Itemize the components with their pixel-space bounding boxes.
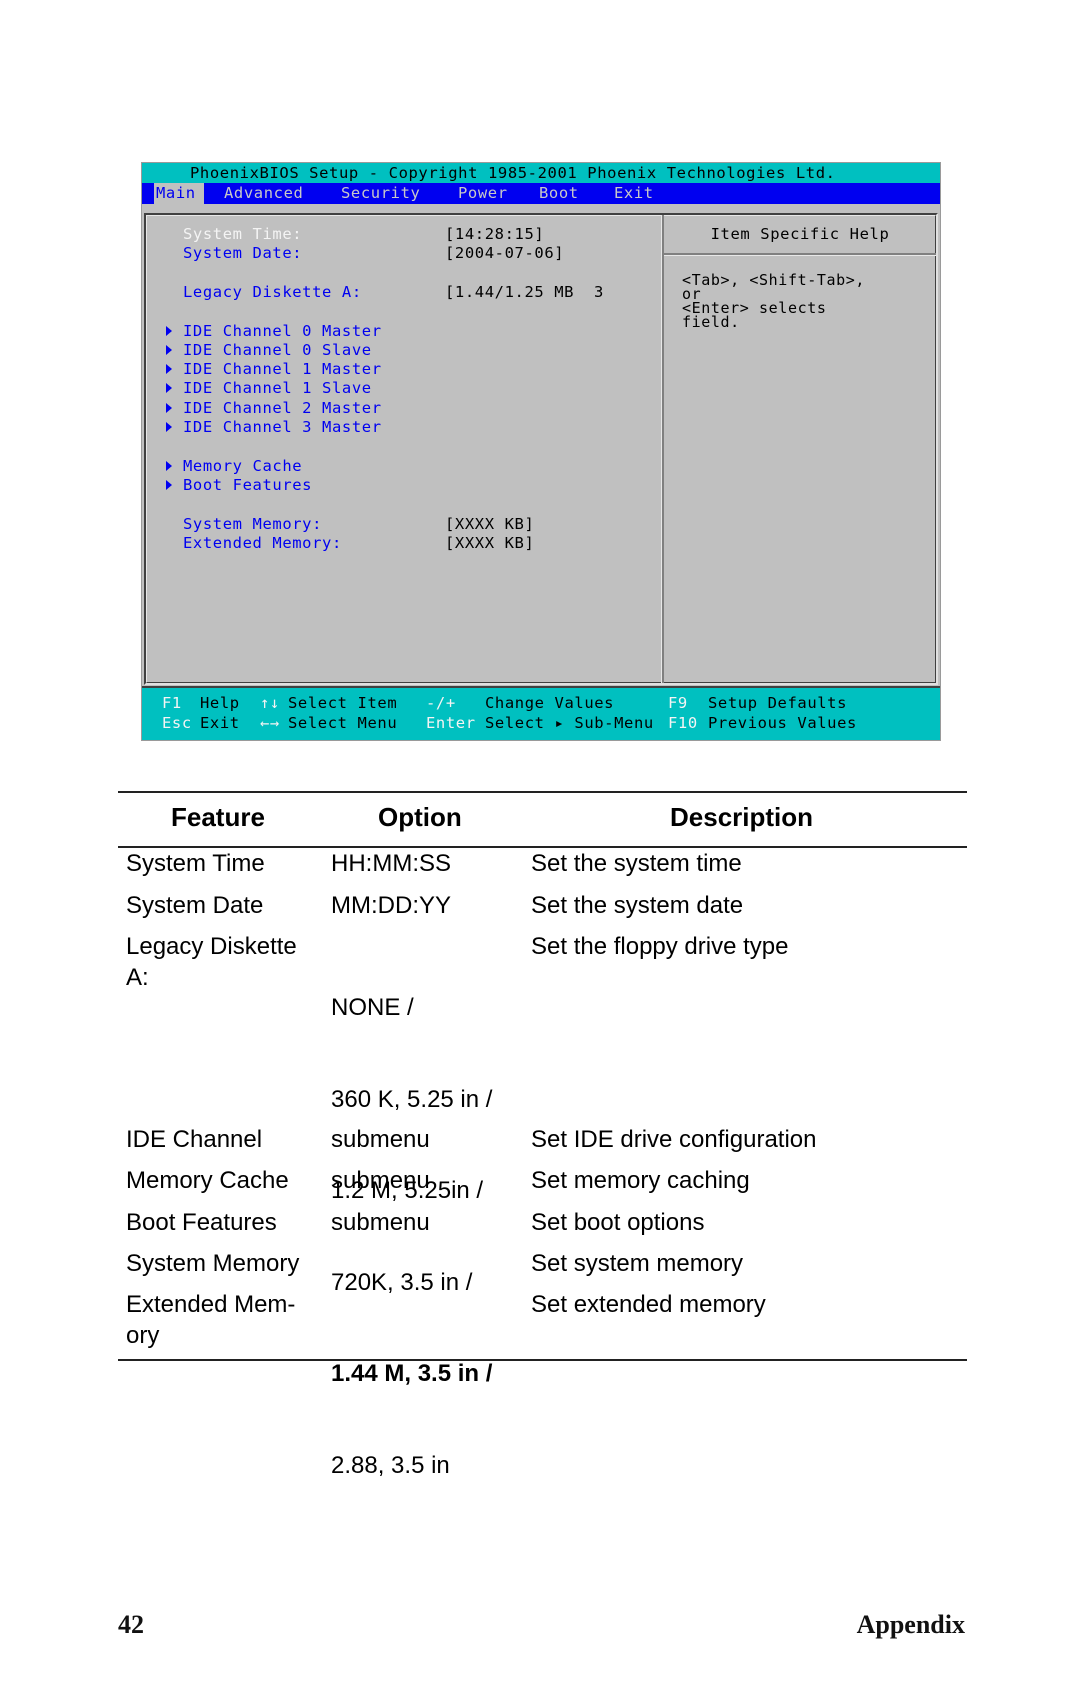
cell-feature: Boot Features: [126, 1209, 277, 1236]
cell-feature: Extended Mem- ory: [126, 1291, 296, 1349]
bios-key-legend: F1 Help ↑↓ Select Item -/+ Change Values…: [142, 686, 940, 740]
bios-screenshot: PhoenixBIOS Setup - Copyright 1985-2001 …: [141, 162, 941, 741]
value-system-date[interactable]: [2004-07-06]: [445, 244, 564, 262]
help-text: <Tab>, <Shift-Tab>, or <Enter> selects f…: [682, 271, 865, 331]
submenu-ide-1-slave[interactable]: IDE Channel 1 Slave: [166, 379, 372, 397]
menu-exit[interactable]: Exit: [614, 183, 654, 204]
cell-feature: IDE Channel: [126, 1126, 263, 1153]
value-system-time[interactable]: [14:28:15]: [445, 225, 544, 243]
field-system-memory: System Memory:: [183, 515, 323, 533]
key-esc: Esc: [162, 714, 192, 732]
cell-description: Set extended memory: [531, 1291, 766, 1318]
field-system-time[interactable]: System Time:: [183, 225, 302, 243]
header-option: Option: [378, 802, 462, 832]
cell-feature: Memory Cache: [126, 1167, 289, 1194]
menu-main[interactable]: Main: [154, 183, 204, 204]
page-number: 42: [118, 1610, 144, 1639]
cell-description: Set IDE drive configuration: [531, 1126, 817, 1153]
submenu-boot-features[interactable]: Boot Features: [166, 476, 312, 494]
submenu-ide-3-master[interactable]: IDE Channel 3 Master: [166, 418, 382, 436]
key-f1-desc: Help: [200, 694, 240, 712]
bios-menu-bar: Main Advanced Security Power Boot Exit: [142, 183, 940, 204]
cell-option: HH:MM:SS: [331, 850, 451, 877]
cell-option: MM:DD:YY: [331, 892, 451, 919]
submenu-arrow-icon: [166, 383, 172, 393]
submenu-ide-2-master[interactable]: IDE Channel 2 Master: [166, 399, 382, 417]
menu-power[interactable]: Power: [458, 183, 508, 204]
header-description: Description: [670, 802, 814, 832]
submenu-memory-cache[interactable]: Memory Cache: [166, 457, 302, 475]
field-legacy-diskette[interactable]: Legacy Diskette A:: [183, 283, 362, 301]
key-f10: F10: [668, 714, 698, 732]
menu-advanced[interactable]: Advanced: [224, 183, 303, 204]
header-feature: Feature: [171, 802, 265, 832]
cell-description: Set system memory: [531, 1250, 744, 1277]
key-enter: Enter: [426, 714, 476, 732]
table-bottom-rule: [118, 1359, 967, 1361]
submenu-arrow-icon: [166, 326, 172, 336]
key-updown: ↑↓: [260, 694, 280, 712]
cell-description: Set boot options: [531, 1209, 705, 1236]
submenu-arrow-icon: [166, 345, 172, 355]
menu-security[interactable]: Security: [341, 183, 420, 204]
key-updown-desc: Select Item: [288, 694, 398, 712]
key-leftright: ←→: [260, 714, 280, 732]
cell-feature: System Date: [126, 892, 264, 919]
cell-feature: System Time: [126, 850, 265, 877]
key-enter-desc: Select ▸ Sub-Menu: [485, 714, 654, 732]
cell-option: submenu: [331, 1167, 430, 1194]
key-plusminus-desc: Change Values: [485, 694, 615, 712]
submenu-arrow-icon: [166, 461, 172, 471]
key-f9: F9: [668, 694, 688, 712]
cell-description: Set the system time: [531, 850, 742, 877]
table-top-rule: [118, 791, 967, 793]
panel-divider: [661, 215, 664, 683]
value-legacy-diskette[interactable]: [1.44/1.25 MB 3: [445, 283, 604, 301]
submenu-ide-1-master[interactable]: IDE Channel 1 Master: [166, 360, 382, 378]
cell-description: Set the floppy drive type: [531, 933, 789, 960]
key-plusminus: -/+: [426, 694, 456, 712]
value-extended-memory: [XXXX KB]: [445, 534, 535, 552]
bios-title: PhoenixBIOS Setup - Copyright 1985-2001 …: [190, 164, 836, 182]
menu-boot[interactable]: Boot: [539, 183, 579, 204]
key-f1: F1: [162, 694, 182, 712]
cell-feature: Legacy Diskette A:: [126, 933, 297, 991]
cell-option: submenu: [331, 1126, 430, 1153]
menu-marker: [144, 186, 152, 203]
submenu-ide-0-master[interactable]: IDE Channel 0 Master: [166, 322, 382, 340]
field-system-date[interactable]: System Date:: [183, 244, 302, 262]
key-f10-desc: Previous Values: [708, 714, 857, 732]
submenu-arrow-icon: [166, 403, 172, 413]
table-header-rule: [118, 846, 967, 848]
cell-description: Set memory caching: [531, 1167, 750, 1194]
value-system-memory: [XXXX KB]: [445, 515, 535, 533]
help-title: Item Specific Help: [664, 215, 936, 255]
submenu-arrow-icon: [166, 364, 172, 374]
submenu-arrow-icon: [166, 422, 172, 432]
key-f9-desc: Setup Defaults: [708, 694, 848, 712]
cell-option: submenu: [331, 1209, 430, 1236]
submenu-ide-0-slave[interactable]: IDE Channel 0 Slave: [166, 341, 372, 359]
page-section: Appendix: [856, 1610, 965, 1639]
key-leftright-desc: Select Menu: [288, 714, 398, 732]
bios-title-bar: PhoenixBIOS Setup - Copyright 1985-2001 …: [142, 163, 940, 183]
cell-description: Set the system date: [531, 892, 744, 919]
bios-main-panel: Item Specific Help <Tab>, <Shift-Tab>, o…: [144, 213, 938, 685]
field-extended-memory: Extended Memory:: [183, 534, 342, 552]
key-esc-desc: Exit: [200, 714, 240, 732]
submenu-arrow-icon: [166, 480, 172, 490]
cell-feature: System Memory: [126, 1250, 300, 1277]
default-option: 1.44 M, 3.5 in /: [331, 1360, 493, 1387]
